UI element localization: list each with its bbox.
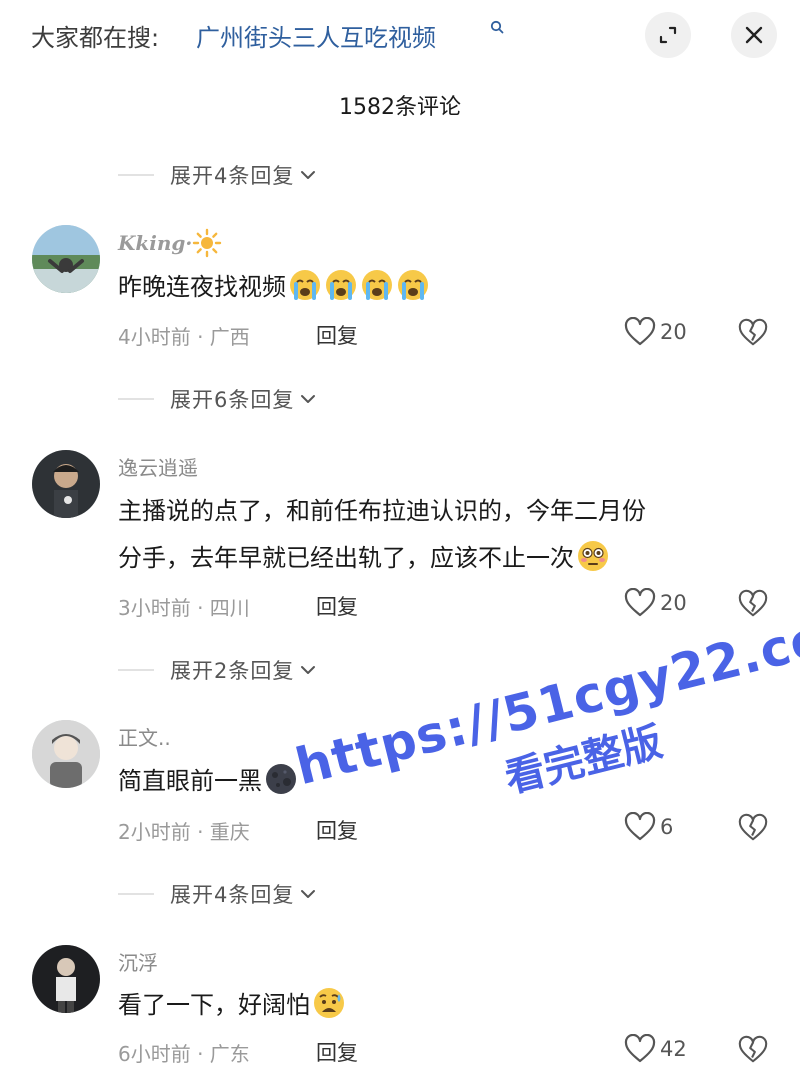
expand-replies-label: 展开4条回复 [170, 883, 295, 907]
comment-text-body: 分手，去年早就已经出轨了，应该不止一次 [118, 544, 574, 572]
expand-button[interactable] [645, 12, 691, 58]
username-text: Kking· [118, 231, 193, 255]
heart-icon [624, 317, 656, 346]
search-query-link[interactable]: 广州街头三人互吃视频 [196, 18, 436, 53]
chevron-down-icon [301, 395, 316, 403]
comment-text: 简直眼前一黑 [118, 758, 768, 805]
chevron-down-icon [301, 666, 316, 674]
like-count: 42 [660, 1037, 687, 1061]
crying-face-emoji-icon [290, 270, 320, 300]
dislike-broken-heart-icon[interactable] [738, 318, 768, 348]
divider-line [118, 174, 154, 176]
top-bar: 大家都在搜: 广州街头三人互吃视频 [0, 0, 800, 70]
crying-face-emoji-icon [326, 270, 356, 300]
username[interactable]: 沉浮 [118, 947, 158, 976]
crying-face-emoji-icon [362, 270, 392, 300]
sun-emoji-icon [193, 228, 222, 258]
like-button[interactable]: 20 [624, 317, 687, 347]
divider-line [118, 398, 154, 400]
comment-text-body: 看了一下，好阔怕 [118, 991, 310, 1019]
comment-meta: 3小时前 · 四川 [118, 596, 250, 620]
expand-replies-button[interactable]: 展开4条回复 [118, 160, 318, 190]
like-button[interactable]: 20 [624, 588, 687, 618]
comment-text: 看了一下，好阔怕 [118, 982, 768, 1029]
expand-replies-label: 展开2条回复 [170, 659, 295, 683]
flushed-face-emoji-icon [578, 541, 608, 571]
dislike-broken-heart-icon[interactable] [738, 589, 768, 619]
reply-button[interactable]: 回复 [316, 815, 358, 845]
username[interactable]: 正文.. [118, 722, 171, 751]
comment-text-body: 昨晚连夜找视频 [118, 273, 286, 301]
expand-replies-label: 展开4条回复 [170, 164, 295, 188]
heart-icon [624, 812, 656, 841]
username[interactable]: Kking· [118, 228, 222, 258]
like-button[interactable]: 6 [624, 812, 673, 842]
heart-icon [624, 588, 656, 617]
expand-replies-button[interactable]: 展开6条回复 [118, 384, 318, 414]
comment-meta: 2小时前 · 重庆 [118, 820, 250, 844]
reply-button[interactable]: 回复 [316, 1037, 358, 1067]
heart-icon [624, 1034, 656, 1063]
expand-replies-button[interactable]: 展开2条回复 [118, 655, 318, 685]
comment-count-title: 1582条评论 [339, 95, 461, 120]
like-count: 20 [660, 591, 687, 615]
like-count: 20 [660, 320, 687, 344]
dislike-broken-heart-icon[interactable] [738, 813, 768, 843]
comment-text: 主播说的点了，和前任布拉迪认识的，今年二月份 分手，去年早就已经出轨了，应该不止… [118, 488, 768, 582]
crying-face-emoji-icon [398, 270, 428, 300]
reply-button[interactable]: 回复 [316, 591, 358, 621]
anxious-face-emoji-icon [314, 988, 344, 1018]
search-icon[interactable] [490, 20, 504, 34]
reply-button[interactable]: 回复 [316, 320, 358, 350]
new-moon-face-emoji-icon [266, 764, 296, 794]
divider-line [118, 893, 154, 895]
avatar[interactable] [32, 450, 100, 518]
chevron-down-icon [301, 890, 316, 898]
username[interactable]: 逸云逍遥 [118, 452, 198, 481]
comment-text-line-2: 分手，去年早就已经出轨了，应该不止一次 [118, 535, 768, 582]
like-count: 6 [660, 815, 674, 839]
expand-replies-button[interactable]: 展开4条回复 [118, 879, 318, 909]
expand-icon [659, 26, 677, 44]
like-button[interactable]: 42 [624, 1034, 687, 1064]
avatar[interactable] [32, 225, 100, 293]
search-prefix: 大家都在搜: [31, 24, 160, 52]
avatar[interactable] [32, 720, 100, 788]
comment-text-line: 主播说的点了，和前任布拉迪认识的，今年二月份 [118, 497, 646, 525]
comment-meta: 4小时前 · 广西 [118, 325, 250, 349]
comment-text: 昨晚连夜找视频 [118, 264, 768, 311]
expand-replies-label: 展开6条回复 [170, 388, 295, 412]
divider-line [118, 669, 154, 671]
comment-meta: 6小时前 · 广东 [118, 1042, 250, 1066]
close-icon [745, 26, 763, 44]
close-button[interactable] [731, 12, 777, 58]
comment-text-body: 简直眼前一黑 [118, 767, 262, 795]
avatar[interactable] [32, 945, 100, 1013]
chevron-down-icon [301, 171, 316, 179]
